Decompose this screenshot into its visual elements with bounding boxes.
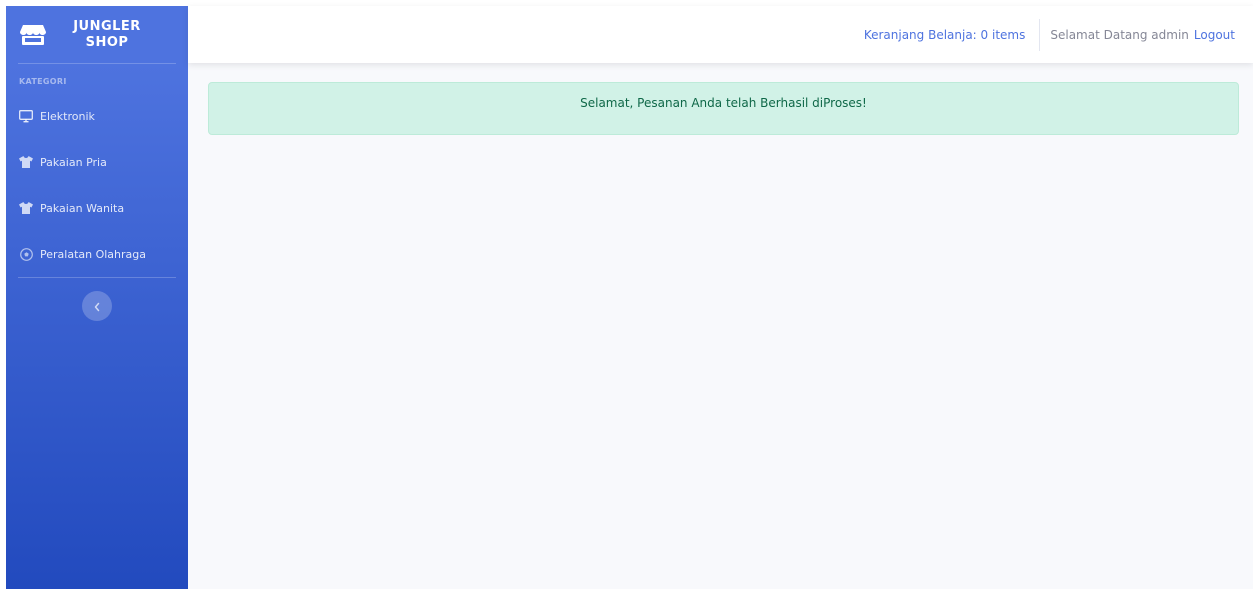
brand-name: JUNGLER SHOP bbox=[52, 19, 162, 51]
chevron-left-icon bbox=[93, 297, 101, 316]
sidebar-item-pakaian-wanita[interactable]: Pakaian Wanita bbox=[6, 185, 188, 231]
success-alert: Selamat, Pesanan Anda telah Berhasil diP… bbox=[208, 82, 1239, 135]
sidebar-toggle-button[interactable] bbox=[82, 291, 112, 321]
sidebar-item-label: Pakaian Pria bbox=[40, 155, 107, 169]
sidebar-heading: KATEGORI bbox=[19, 77, 67, 86]
sidebar-item-label: Elektronik bbox=[40, 109, 95, 123]
tshirt-icon bbox=[19, 201, 33, 215]
topbar-divider bbox=[1039, 18, 1041, 51]
sidebar-item-pakaian-pria[interactable]: Pakaian Pria bbox=[6, 139, 188, 185]
sidebar-item-label: Peralatan Olahraga bbox=[40, 247, 147, 261]
tshirt-icon bbox=[19, 155, 33, 169]
brand-name-line1: JUNGLER bbox=[73, 18, 141, 34]
sidebar-item-elektronik[interactable]: Elektronik bbox=[6, 93, 188, 139]
store-icon bbox=[20, 24, 46, 46]
sidebar-item-peralatan-olahraga[interactable]: Peralatan Olahraga bbox=[6, 231, 188, 277]
topbar: Keranjang Belanja: 0 items Selamat Datan… bbox=[188, 6, 1253, 63]
cart-link[interactable]: Keranjang Belanja: 0 items bbox=[864, 28, 1040, 42]
alert-message: Selamat, Pesanan Anda telah Berhasil diP… bbox=[580, 96, 867, 110]
logout-link[interactable]: Logout bbox=[1194, 28, 1235, 42]
sidebar: JUNGLER SHOP KATEGORI Elektronik Pakaian… bbox=[6, 6, 188, 589]
sidebar-item-label: Pakaian Wanita bbox=[40, 201, 125, 215]
brand-link[interactable]: JUNGLER SHOP bbox=[6, 6, 188, 63]
welcome-text: Selamat Datang admin bbox=[1050, 27, 1189, 42]
football-icon bbox=[19, 247, 33, 261]
app-frame: JUNGLER SHOP KATEGORI Elektronik Pakaian… bbox=[6, 6, 1253, 589]
main-content: Keranjang Belanja: 0 items Selamat Datan… bbox=[188, 6, 1253, 589]
sidebar-toggle-wrap bbox=[6, 278, 188, 321]
desktop-icon bbox=[19, 109, 33, 123]
brand-name-line2: SHOP bbox=[85, 34, 129, 50]
